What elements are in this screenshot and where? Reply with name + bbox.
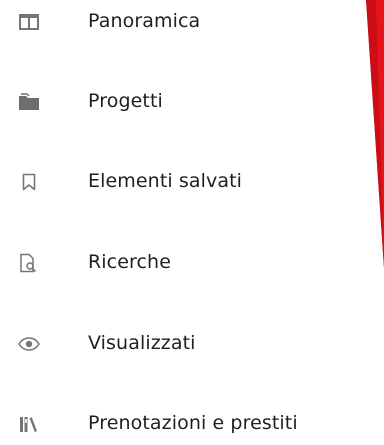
menu-item-label: Elementi salvati (88, 170, 243, 192)
menu-item-label: Prenotazioni e prestiti (88, 412, 298, 434)
folder-icon (14, 87, 44, 117)
document-search-icon (14, 248, 44, 278)
menu-item-label: Panoramica (88, 10, 201, 32)
menu-item-label: Ricerche (88, 251, 171, 273)
menu-item-ricerche[interactable]: Ricerche (0, 241, 340, 285)
eye-icon (14, 329, 44, 359)
red-annotation-shape (366, 0, 384, 268)
library-books-icon (14, 409, 44, 439)
bookmark-icon (14, 167, 44, 197)
menu-item-panoramica[interactable]: Panoramica (0, 0, 340, 44)
panel-layout-icon (14, 7, 44, 37)
menu-item-visualizzati[interactable]: Visualizzati (0, 322, 340, 366)
menu-item-label: Progetti (88, 90, 163, 112)
navigation-screen: Panoramica Progetti Elementi salvati Ric… (0, 0, 384, 445)
menu-item-prenotazioni-e-prestiti[interactable]: Prenotazioni e prestiti (0, 402, 340, 445)
menu-item-elementi-salvati[interactable]: Elementi salvati (0, 160, 340, 204)
menu-item-progetti[interactable]: Progetti (0, 80, 340, 124)
menu-item-label: Visualizzati (88, 332, 196, 354)
